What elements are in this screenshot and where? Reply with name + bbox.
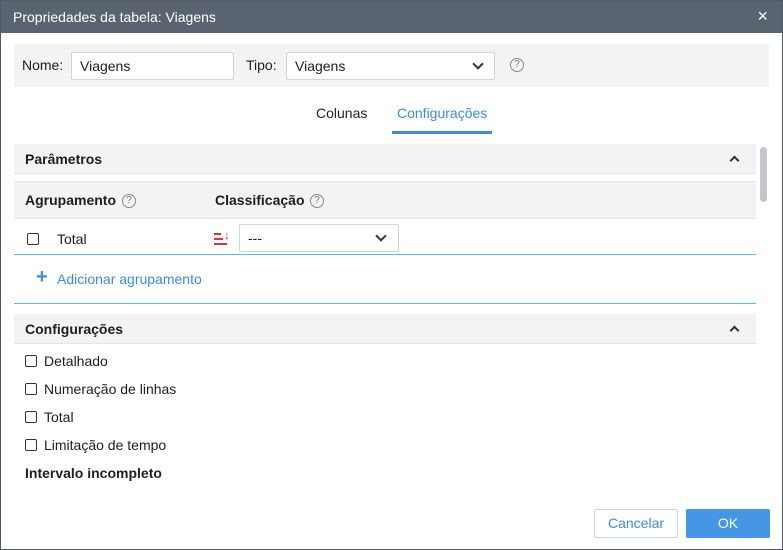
sort-descending-icon[interactable]: ↓	[214, 229, 232, 248]
detailed-checkbox[interactable]	[25, 355, 37, 367]
sort-select[interactable]: ---	[239, 224, 399, 252]
plus-icon: +	[36, 266, 48, 288]
option-detailed[interactable]: Detalhado	[25, 353, 108, 369]
ok-button[interactable]: OK	[686, 509, 770, 538]
name-input-value: Viagens	[80, 58, 131, 74]
sorting-label: Classificação	[215, 192, 305, 208]
total-grouping-label: Total	[57, 231, 87, 247]
chevron-up-icon[interactable]	[729, 325, 740, 336]
line-numbering-label: Numeração de linhas	[44, 381, 177, 397]
sort-select-value: ---	[248, 230, 262, 246]
dialog-title: Propriedades da tabela: Viagens	[13, 9, 216, 25]
settings-section-header[interactable]: Configurações	[14, 314, 756, 344]
option-line-numbering[interactable]: Numeração de linhas	[25, 381, 176, 397]
option-time-limitation[interactable]: Limitação de tempo	[25, 437, 166, 453]
settings-scroll-area[interactable]: Parâmetros Agrupamento ? Classificação ?…	[14, 144, 756, 484]
add-grouping-button[interactable]: + Adicionar agrupamento	[14, 254, 756, 304]
tab-columns[interactable]: Colunas	[316, 105, 367, 121]
parameters-section-header[interactable]: Parâmetros	[14, 144, 756, 174]
close-icon[interactable]: ×	[757, 6, 768, 26]
parameters-title: Parâmetros	[25, 151, 103, 167]
dialog-titlebar: Propriedades da tabela: Viagens ×	[1, 1, 782, 33]
name-label: Nome:	[22, 57, 64, 73]
add-grouping-label: Adicionar agrupamento	[57, 271, 202, 287]
total-label: Total	[44, 409, 74, 425]
chevron-up-icon[interactable]	[729, 155, 740, 166]
detailed-label: Detalhado	[44, 353, 108, 369]
settings-title: Configurações	[25, 321, 124, 337]
type-label: Tipo:	[246, 57, 277, 73]
tab-settings[interactable]: Configurações	[397, 105, 487, 121]
name-input[interactable]: Viagens	[71, 52, 234, 80]
active-tab-indicator	[392, 131, 492, 134]
line-numbering-checkbox[interactable]	[25, 383, 37, 395]
option-total[interactable]: Total	[25, 409, 74, 425]
total-grouping-checkbox[interactable]	[27, 233, 39, 245]
name-type-panel: Nome: Viagens Tipo: Viagens ?	[14, 44, 769, 87]
incomplete-interval-label: Intervalo incompleto	[25, 465, 162, 481]
chevron-down-icon	[472, 58, 484, 70]
cancel-button[interactable]: Cancelar	[594, 509, 678, 538]
time-limitation-checkbox[interactable]	[25, 439, 37, 451]
chevron-down-icon	[375, 230, 387, 242]
sorting-help-icon[interactable]: ?	[310, 194, 324, 208]
time-limitation-label: Limitação de tempo	[44, 437, 167, 453]
grouping-help-icon[interactable]: ?	[122, 194, 136, 208]
grouping-header-row: Agrupamento ? Classificação ?	[14, 181, 756, 219]
scrollbar-thumb[interactable]	[760, 147, 767, 202]
table-properties-dialog: Propriedades da tabela: Viagens × Nome: …	[0, 0, 783, 550]
grouping-label: Agrupamento	[25, 192, 116, 208]
tab-bar: Colunas Configurações	[1, 101, 782, 137]
type-help-icon[interactable]: ?	[510, 58, 524, 72]
type-select[interactable]: Viagens	[286, 52, 495, 80]
type-select-value: Viagens	[295, 58, 346, 74]
total-checkbox[interactable]	[25, 411, 37, 423]
